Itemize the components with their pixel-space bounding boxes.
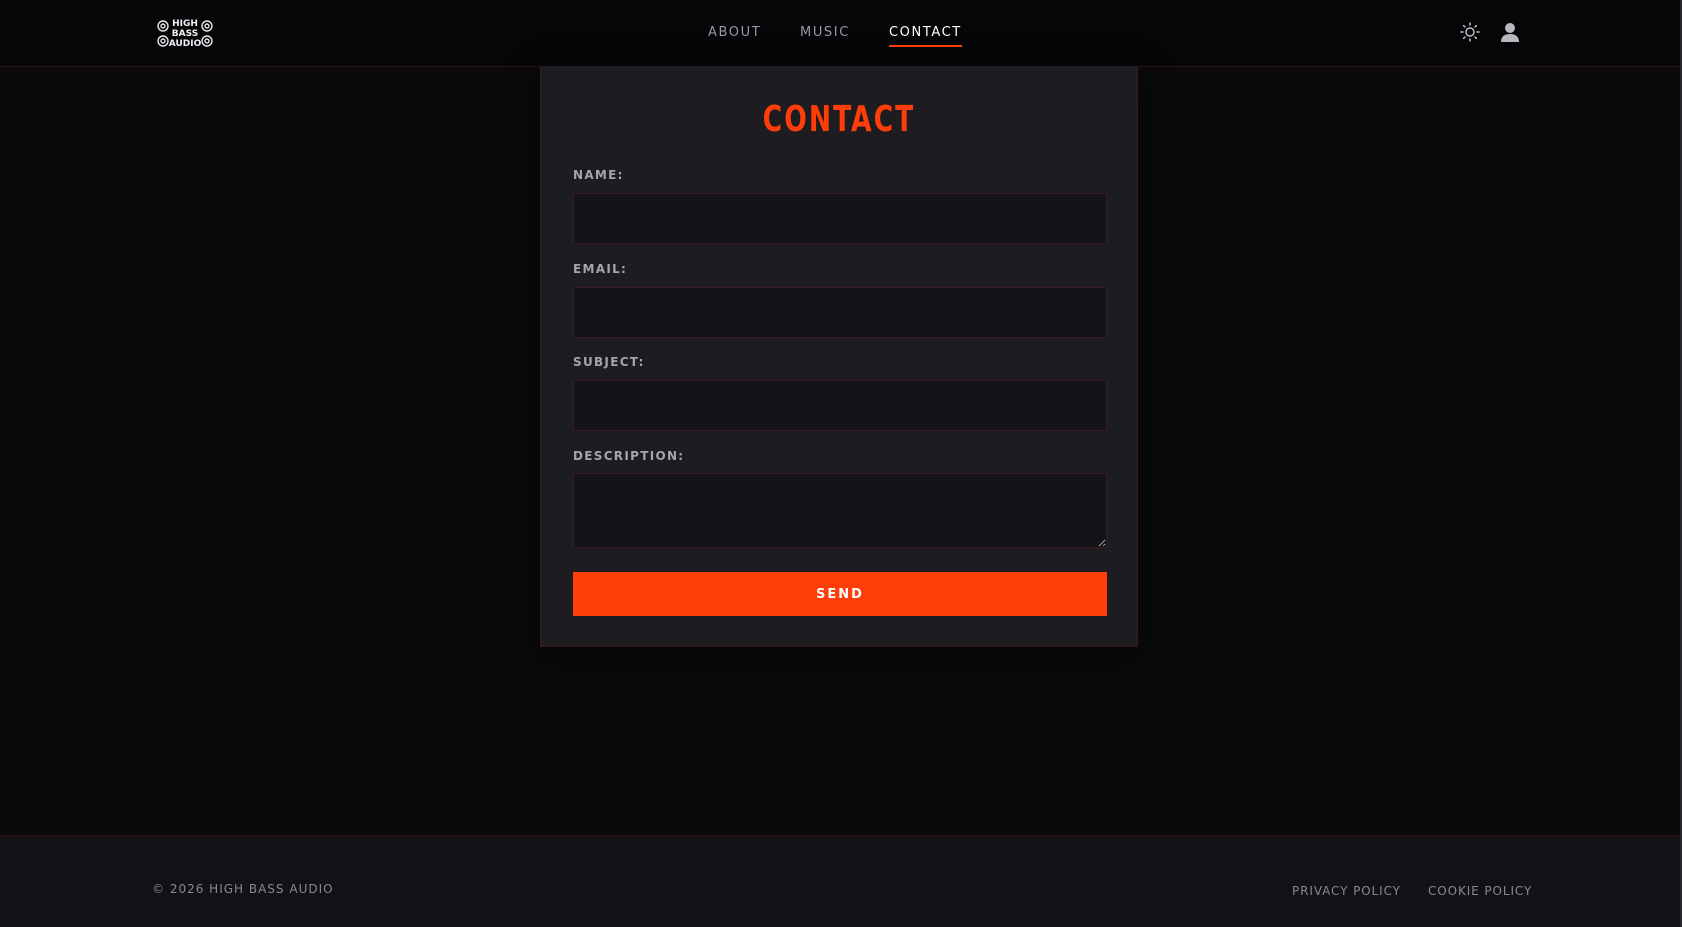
email-label: EMAIL: xyxy=(573,262,628,276)
user-icon[interactable] xyxy=(1499,21,1521,43)
privacy-policy-link[interactable]: PRIVACY POLICY xyxy=(1292,883,1401,899)
subject-label: SUBJECT: xyxy=(573,355,645,369)
email-field[interactable] xyxy=(573,287,1107,338)
name-field[interactable] xyxy=(573,193,1107,244)
page: HIGH BASS AUDIO ABOUT MUSIC CONTACT CONT… xyxy=(0,0,1682,927)
contact-card: CONTACT NAME: EMAIL: SUBJECT: DESCRIPTIO… xyxy=(540,66,1138,647)
cookie-policy-link[interactable]: COOKIE POLICY xyxy=(1428,883,1532,899)
description-label: DESCRIPTION: xyxy=(573,449,685,463)
sun-icon[interactable] xyxy=(1459,21,1481,43)
page-title: CONTACT xyxy=(762,99,916,140)
main-nav: ABOUT MUSIC CONTACT xyxy=(0,0,1680,66)
nav-about-link[interactable]: ABOUT xyxy=(708,24,761,42)
subject-field[interactable] xyxy=(573,380,1107,431)
nav-contact-link[interactable]: CONTACT xyxy=(889,24,962,47)
name-label: NAME: xyxy=(573,168,624,182)
site-header: HIGH BASS AUDIO ABOUT MUSIC CONTACT xyxy=(0,0,1680,67)
copyright-text: © 2026 HIGH BASS AUDIO xyxy=(152,882,334,896)
nav-music-link[interactable]: MUSIC xyxy=(800,24,850,42)
description-field[interactable] xyxy=(573,473,1107,548)
send-button[interactable]: SEND xyxy=(573,572,1107,616)
site-footer: © 2026 HIGH BASS AUDIO PRIVACY POLICY CO… xyxy=(0,835,1680,927)
